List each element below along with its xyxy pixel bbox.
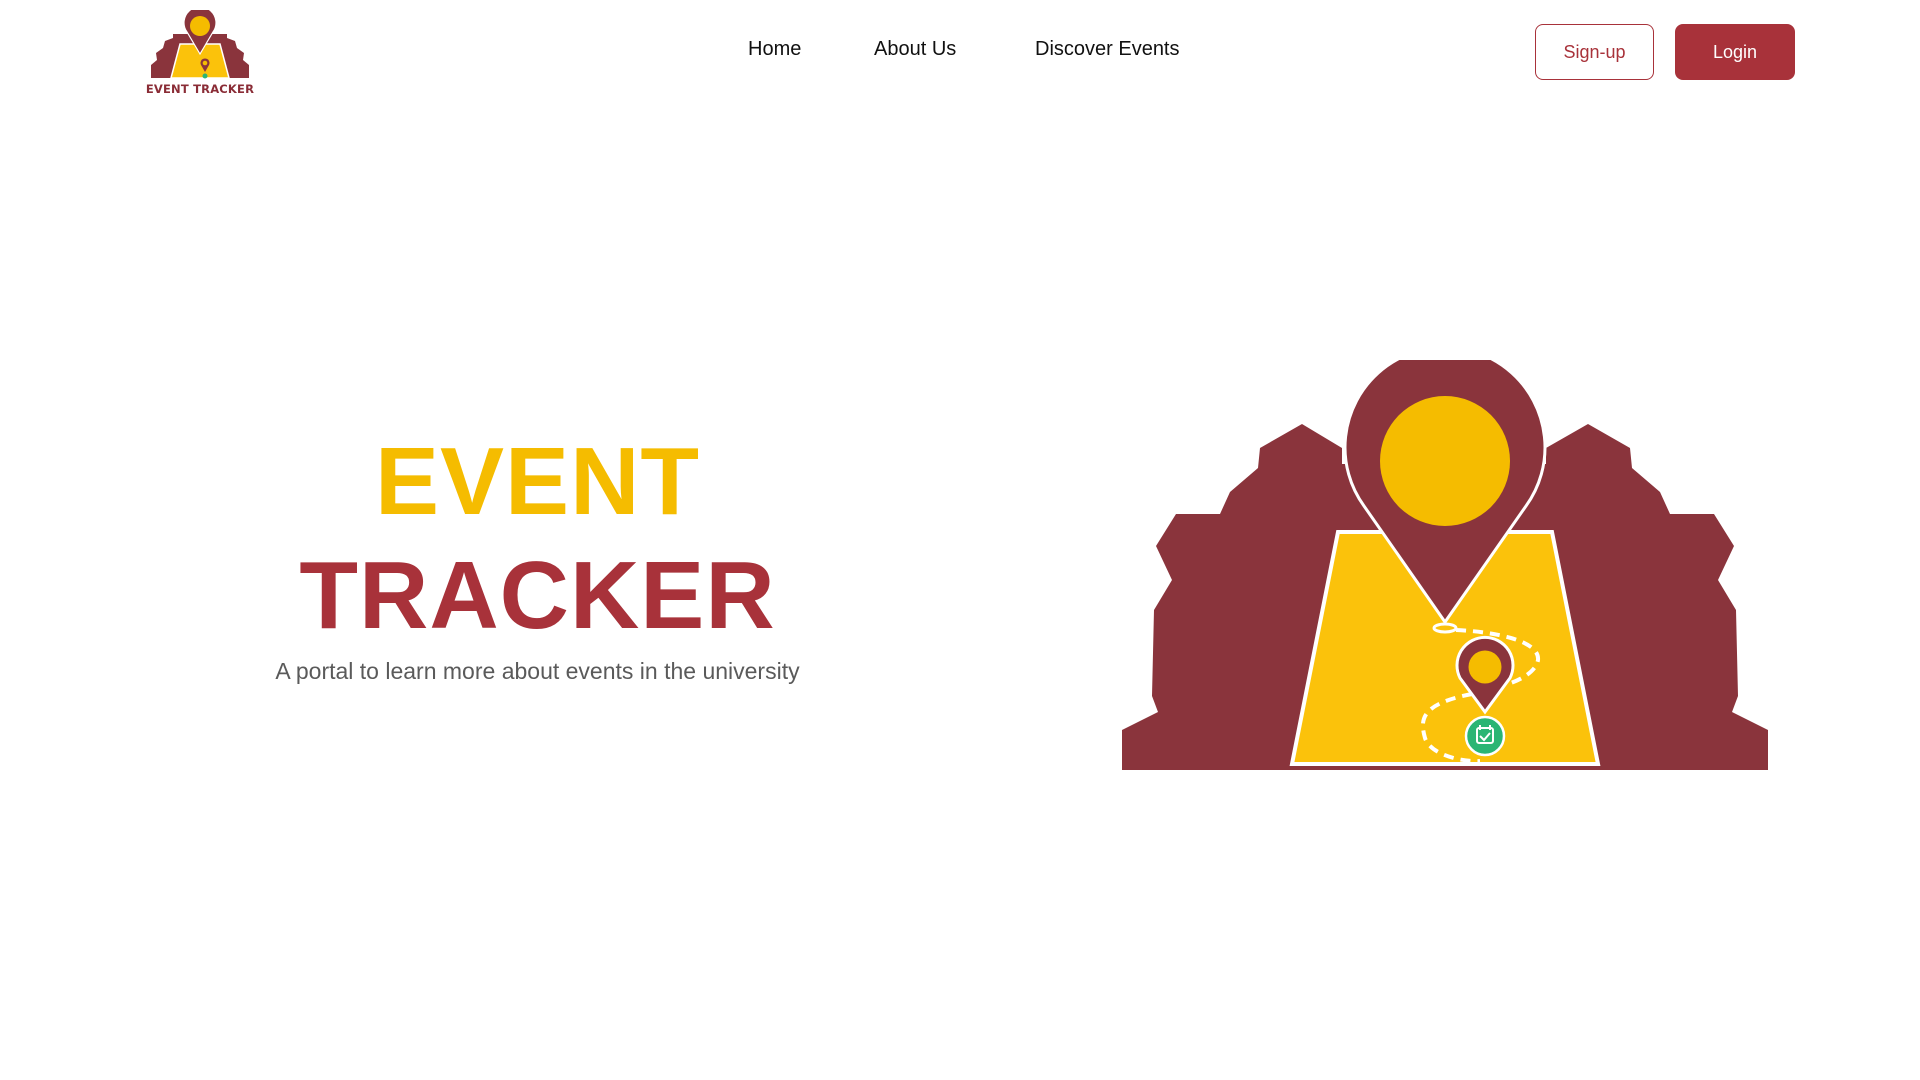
hero-title-line2: TRACKER bbox=[299, 542, 776, 649]
nav-discover-events-link[interactable]: Discover Events bbox=[1035, 38, 1180, 61]
landing-page: EVENT TRACKER Home About Us Discover Eve… bbox=[0, 0, 1920, 1080]
hero-subtitle: A portal to learn more about events in t… bbox=[275, 658, 800, 684]
nav-about-link[interactable]: About Us bbox=[874, 38, 956, 61]
login-button[interactable]: Login bbox=[1675, 24, 1795, 80]
hero-illustration bbox=[1120, 345, 1770, 770]
header: EVENT TRACKER Home About Us Discover Eve… bbox=[0, 0, 1920, 105]
logo-text: EVENT TRACKER bbox=[145, 82, 255, 96]
hero-title-line1: EVENT bbox=[374, 428, 701, 535]
nav-home-link[interactable]: Home bbox=[748, 38, 801, 61]
signup-button[interactable]: Sign-up bbox=[1535, 24, 1654, 80]
event-tracker-map-icon bbox=[1122, 345, 1768, 770]
